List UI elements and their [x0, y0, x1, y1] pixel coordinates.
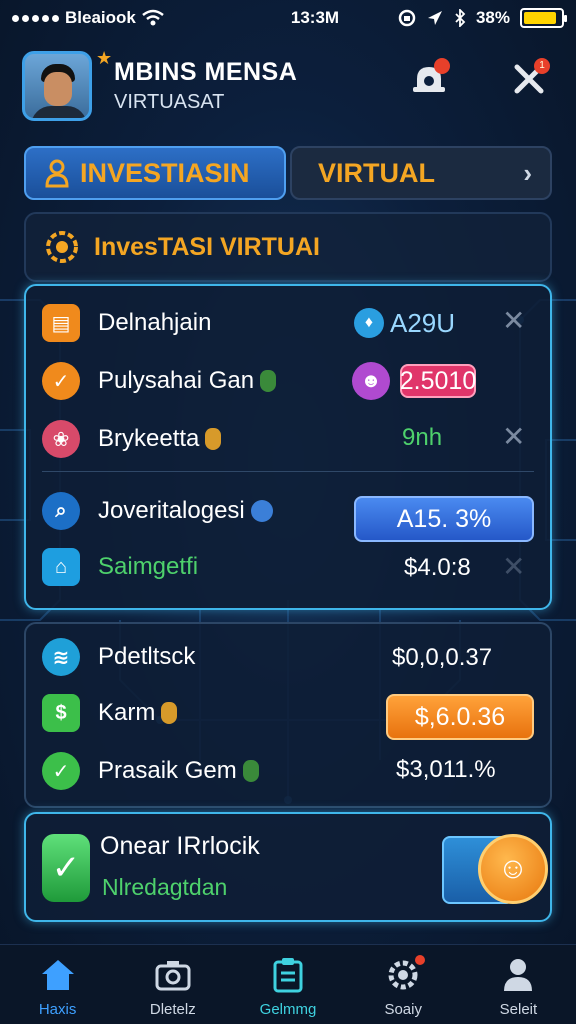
list-item[interactable]: ▤ Delnahjain ♦ A29U ✕	[42, 304, 534, 342]
clipboard-icon	[268, 955, 308, 995]
profile-header: ★ MBINS MENSA VIRTUASAT 1	[22, 48, 554, 122]
bottom-navigation: Haxis Dletelz Gelmmg Soaiy Seleit	[0, 944, 576, 1024]
nav-item-clipboard[interactable]: Gelmmg	[230, 945, 345, 1024]
pin-icon: ♦	[354, 308, 384, 338]
chevron-right-icon: ›	[523, 157, 532, 188]
wifi-icon: ≋	[42, 638, 80, 676]
row-value[interactable]: $,6.0.36	[386, 694, 534, 740]
check-icon: ✓	[42, 362, 80, 400]
list-item[interactable]: $ Karm $,6.0.36	[42, 694, 534, 740]
list-item[interactable]: ≋ Pdetltsck $0,0,0.37	[42, 638, 534, 676]
magnifier-icon: ⌕	[42, 492, 80, 530]
row-value: 9nh	[402, 424, 443, 451]
bluetooth-icon	[455, 9, 466, 27]
row-label: Prasaik Gem	[98, 757, 237, 784]
nav-label: Gelmmg	[259, 1001, 317, 1018]
globe-icon	[250, 500, 273, 522]
nav-label: Dletelz	[149, 1001, 196, 1018]
row-label: Pulysahai Gan	[98, 367, 255, 394]
check-icon: ✓	[42, 834, 90, 902]
row-value: 2.5010	[400, 364, 476, 398]
signal-strength-icon	[12, 14, 59, 22]
promo-subtitle: Nlredagtdan	[102, 874, 228, 900]
tab-bar: INVESTIASIN VIRTUAL ›	[24, 146, 552, 200]
nav-item-settings[interactable]: Soaiy	[346, 945, 461, 1024]
gem-icon	[260, 370, 277, 392]
lotus-icon: ❀	[42, 420, 80, 458]
list-item[interactable]: ✓ Pulysahai Gan ☻ 2.5010	[42, 362, 534, 400]
close-icon[interactable]: ✕	[502, 420, 525, 453]
avatar[interactable]	[22, 51, 92, 121]
user-subtitle: VIRTUASAT	[114, 91, 225, 113]
list-item[interactable]: ✓ Prasaik Gem $3,011.%	[42, 752, 534, 790]
coin-bag-icon	[161, 702, 178, 724]
row-value: $3,011.%	[396, 756, 496, 783]
row-label: Brykeetta	[98, 425, 200, 452]
row-label: Delnahjain	[98, 309, 212, 336]
row-value: $0,0,0.37	[392, 644, 493, 671]
nav-item-camera[interactable]: Dletelz	[115, 945, 230, 1024]
close-icon[interactable]: ✕	[502, 304, 525, 337]
status-time: 13:3M	[290, 8, 340, 27]
carrier-name: Bleaiook	[65, 8, 136, 27]
investment-panel: ▤ Delnahjain ♦ A29U ✕ ✓ Pulysahai Gan ☻ …	[24, 284, 552, 610]
check-icon: ✓	[42, 752, 80, 790]
status-bar: Bleaiook 13:3M 38%	[0, 0, 576, 36]
close-icon[interactable]: ✕	[502, 550, 525, 583]
home-icon	[38, 955, 78, 995]
wifi-status-icon	[142, 9, 164, 26]
balance-panel: ≋ Pdetltsck $0,0,0.37 $ Karm $,6.0.36 ✓ …	[24, 622, 552, 808]
promo-title: Onear IRrlocik	[100, 832, 260, 860]
value-text: A29U	[390, 307, 456, 338]
battery-percent: 38%	[475, 8, 510, 27]
gear-icon	[383, 955, 426, 995]
row-value: $4.0:8	[404, 554, 471, 581]
battery-icon	[520, 8, 567, 28]
tab-virtual[interactable]: VIRTUAL ›	[290, 146, 552, 200]
cat-coin-icon[interactable]: ☺	[478, 834, 548, 904]
settings-badge	[415, 955, 426, 965]
close-button[interactable]: 1	[506, 56, 552, 102]
person-icon	[498, 955, 538, 995]
row-value: ♦ A29U	[354, 306, 482, 340]
promo-card[interactable]: ✓ Onear IRrlocik Nlredagtdan ☺	[24, 812, 552, 922]
user-name: MBINS MENSA	[114, 58, 298, 86]
star-icon: ★	[96, 48, 113, 68]
location-icon	[427, 11, 442, 25]
section-title: InvesTASI VIRTUAI	[94, 232, 320, 261]
notification-badge	[434, 58, 450, 74]
nav-item-home[interactable]: Haxis	[0, 945, 115, 1024]
gear-coin-icon	[46, 231, 78, 263]
camera-icon	[153, 955, 193, 995]
row-label: Joveritalogesi	[98, 497, 245, 524]
list-item[interactable]: ❀ Brykeetta 9nh ✕	[42, 420, 534, 458]
tab-investiasin[interactable]: INVESTIASIN	[24, 146, 286, 200]
nav-label: Seleit	[499, 1001, 538, 1018]
tab-label: INVESTIASIN	[80, 157, 250, 188]
list-item[interactable]: ⌂ Saimgetfi $4.0:8 ✕	[42, 548, 534, 586]
nav-label: Haxis	[38, 1001, 77, 1018]
section-header: InvesTASI VIRTUAI	[24, 212, 552, 282]
home-icon: ⌂	[42, 548, 80, 586]
lock-rotation-icon	[398, 9, 416, 27]
nav-label: Soaiy	[384, 1001, 422, 1018]
row-label: Saimgetfi	[98, 553, 199, 580]
wallet-icon: ▤	[42, 304, 80, 342]
tab-label: VIRTUAL	[318, 157, 435, 188]
notification-button[interactable]	[406, 56, 452, 102]
coin-bag-icon	[205, 428, 222, 450]
user-badge-icon: ☻	[352, 362, 390, 400]
list-item[interactable]: ⌕ Joveritalogesi A15. 3%	[42, 492, 534, 542]
row-label: Karm	[98, 699, 156, 726]
nav-item-profile[interactable]: Seleit	[461, 945, 576, 1024]
row-value[interactable]: A15. 3%	[354, 496, 534, 542]
row-label: Pdetltsck	[98, 643, 196, 670]
gem-icon	[242, 760, 259, 782]
user-icon	[45, 159, 69, 188]
divider	[42, 471, 534, 472]
dollar-icon: $	[42, 694, 80, 732]
close-badge: 1	[534, 58, 550, 74]
